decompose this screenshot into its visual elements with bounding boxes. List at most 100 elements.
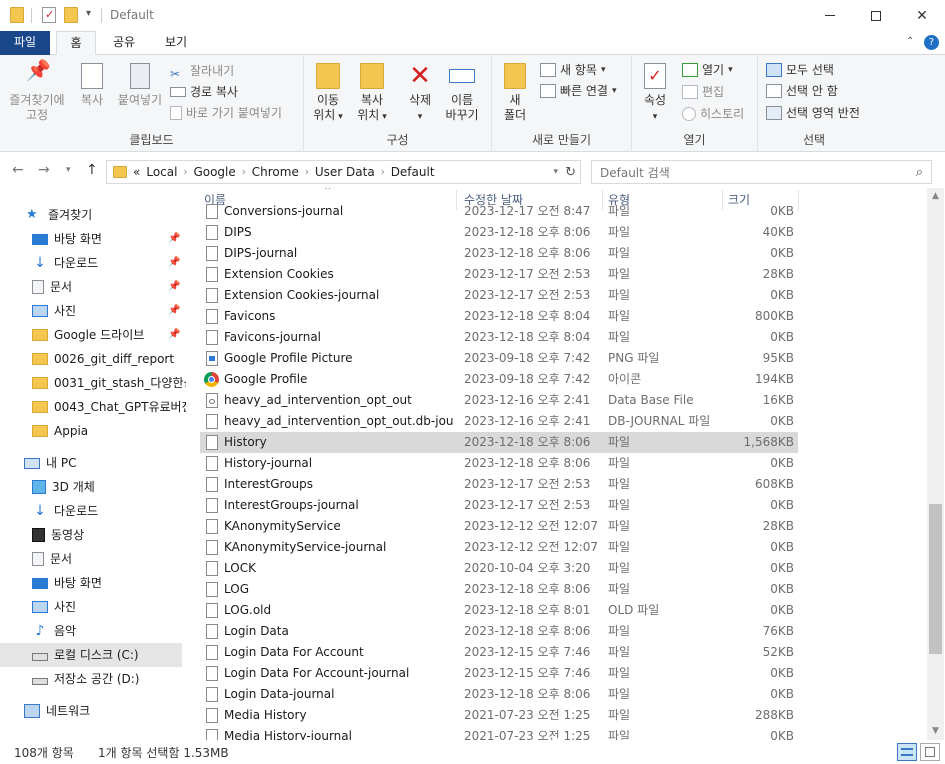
nav-pc-item[interactable]: 바탕 화면	[32, 571, 102, 595]
quick-access-dropdown-icon[interactable]: ▾	[86, 8, 91, 19]
search-input[interactable]: Default 검색 ⌕	[591, 160, 932, 184]
column-divider[interactable]	[798, 190, 799, 210]
select-all-button[interactable]: 모두 선택	[766, 60, 834, 80]
table-row[interactable]: Media History-journal 2021-07-23 오전 1:25 파…	[200, 726, 798, 740]
paste-shortcut-button[interactable]: 바로 가기 붙여넣기	[170, 103, 282, 123]
nav-quick-item[interactable]: Appia	[32, 419, 88, 443]
new-folder-button[interactable]: 새 폴더	[498, 63, 532, 123]
copy-to-button[interactable]: 복사 위치 ▾	[352, 63, 392, 125]
breadcrumb-chrome[interactable]: Chrome	[252, 165, 299, 179]
copy-path-button[interactable]: 경로 복사	[170, 82, 238, 102]
table-row[interactable]: Login Data 2023-12-18 오후 8:06 파일 76KB	[200, 621, 798, 642]
paste-button[interactable]: 붙여넣기	[114, 63, 166, 108]
nav-pc-item[interactable]: 로컬 디스크 (C:)	[0, 643, 182, 667]
breadcrumb-local[interactable]: Local	[146, 165, 177, 179]
table-row[interactable]: DIPS-journal 2023-12-18 오후 8:06 파일 0KB	[200, 243, 798, 264]
table-row[interactable]: Login Data-journal 2023-12-18 오후 8:06 파일 0K…	[200, 684, 798, 705]
table-row[interactable]: Extension Cookies-journal 2023-12-17 오전 2…	[200, 285, 798, 306]
table-row[interactable]: Login Data For Account-journal 2023-12-15…	[200, 663, 798, 684]
refresh-icon[interactable]: ↻	[565, 165, 576, 180]
help-icon[interactable]: ?	[924, 35, 939, 50]
nav-quick-item[interactable]: ↓ 다운로드	[32, 251, 98, 275]
vertical-scrollbar[interactable]: ▲ ▼	[927, 188, 944, 740]
pin-icon[interactable]: 📌	[168, 305, 180, 316]
pin-to-quick-access-button[interactable]: 📌 즐겨찾기에 고정	[4, 60, 70, 123]
easy-access-button[interactable]: 빠른 연결 ▾	[540, 81, 617, 101]
nav-quick-item[interactable]: 0031_git_stash_다양한상	[32, 371, 195, 395]
breadcrumb-chevron-icon[interactable]: ›	[242, 167, 246, 178]
table-row[interactable]: heavy_ad_intervention_opt_out.db-journal…	[200, 411, 798, 432]
table-row[interactable]: Google Profile 2023-09-18 오후 7:42 아이콘 194KB	[200, 369, 798, 390]
back-arrow-icon[interactable]: ←	[12, 162, 24, 178]
table-row[interactable]: Favicons 2023-12-18 오후 8:04 파일 800KB	[200, 306, 798, 327]
scrollbar-thumb[interactable]	[929, 504, 942, 654]
select-none-button[interactable]: 선택 안 함	[766, 81, 838, 101]
pin-icon[interactable]: 📌	[168, 233, 180, 244]
history-button[interactable]: 히스토리	[682, 104, 744, 124]
table-row[interactable]: KAnonymityService-journal 2023-12-12 오전 1…	[200, 537, 798, 558]
table-row[interactable]: InterestGroups 2023-12-17 오전 2:53 파일 608KB	[200, 474, 798, 495]
collapse-ribbon-icon[interactable]: ⌃	[906, 36, 914, 47]
address-dropdown-icon[interactable]: ▾	[553, 167, 558, 177]
open-button[interactable]: 열기 ▾	[682, 60, 733, 80]
tab-share[interactable]: 공유	[104, 31, 144, 55]
close-button[interactable]: ✕	[899, 0, 945, 31]
table-row[interactable]: History 2023-12-18 오후 8:06 파일 1,568KB	[200, 432, 798, 453]
address-bar[interactable]: « Local › Google › Chrome › User Data › …	[106, 160, 581, 184]
table-row[interactable]: Login Data For Account 2023-12-15 오후 7:46…	[200, 642, 798, 663]
breadcrumb-chevron-icon[interactable]: ›	[381, 167, 385, 178]
delete-button[interactable]: ✕ 삭제 ▾	[400, 63, 440, 125]
nav-pc-item[interactable]: 3D 개체	[32, 475, 95, 499]
scroll-down-icon[interactable]: ▼	[927, 723, 944, 740]
tab-file[interactable]: 파일	[0, 31, 50, 55]
nav-pc-item[interactable]: ♪ 음악	[32, 619, 77, 643]
nav-pc-item[interactable]: 동영상	[32, 523, 84, 547]
table-row[interactable]: heavy_ad_intervention_opt_out 2023-12-16 …	[200, 390, 798, 411]
new-folder-quick-icon[interactable]	[64, 7, 78, 23]
forward-arrow-icon[interactable]: →	[38, 162, 50, 178]
properties-quick-icon[interactable]: ✓	[42, 7, 56, 23]
up-arrow-icon[interactable]: ↑	[86, 162, 98, 178]
move-to-button[interactable]: 이동 위치 ▾	[308, 63, 348, 125]
nav-pc-item[interactable]: 문서	[32, 547, 72, 571]
breadcrumb-user-data[interactable]: User Data	[315, 165, 375, 179]
minimize-button[interactable]	[807, 0, 853, 31]
nav-pc-item[interactable]: ↓ 다운로드	[32, 499, 98, 523]
large-icons-view-button[interactable]	[920, 743, 940, 761]
recent-locations-icon[interactable]: ▾	[66, 165, 71, 175]
nav-quick-item[interactable]: 사진	[32, 299, 76, 323]
nav-quick-access[interactable]: ★ 즐겨찾기	[26, 203, 92, 227]
nav-quick-item[interactable]: 0026_git_diff_report	[32, 347, 174, 371]
breadcrumb-chevron-icon[interactable]: ›	[183, 167, 187, 178]
tab-view[interactable]: 보기	[156, 31, 196, 55]
cut-button[interactable]: ✂ 잘라내기	[170, 61, 234, 81]
breadcrumb-default[interactable]: Default	[391, 165, 435, 179]
table-row[interactable]: Google Profile Picture 2023-09-18 오후 7:42…	[200, 348, 798, 369]
nav-this-pc[interactable]: 내 PC	[24, 451, 76, 475]
maximize-button[interactable]	[853, 0, 899, 31]
details-view-button[interactable]	[897, 743, 917, 761]
table-row[interactable]: InterestGroups-journal 2023-12-17 오전 2:53…	[200, 495, 798, 516]
edit-button[interactable]: 편집	[682, 82, 724, 102]
table-row[interactable]: LOG.old 2023-12-18 오후 8:01 OLD 파일 0KB	[200, 600, 798, 621]
table-row[interactable]: DIPS 2023-12-18 오후 8:06 파일 40KB	[200, 222, 798, 243]
table-row[interactable]: Favicons-journal 2023-12-18 오후 8:04 파일 0KB	[200, 327, 798, 348]
breadcrumb-chevron-icon[interactable]: ›	[305, 167, 309, 178]
table-row[interactable]: LOCK 2020-10-04 오후 3:20 파일 0KB	[200, 558, 798, 579]
nav-network[interactable]: 네트워크	[24, 699, 90, 723]
table-row[interactable]: KAnonymityService 2023-12-12 오전 12:07 파일 28…	[200, 516, 798, 537]
pin-icon[interactable]: 📌	[168, 257, 180, 268]
table-row[interactable]: Media History 2021-07-23 오전 1:25 파일 288KB	[200, 705, 798, 726]
table-row[interactable]: Extension Cookies 2023-12-17 오전 2:53 파일 28K…	[200, 264, 798, 285]
new-item-button[interactable]: 새 항목 ▾	[540, 60, 605, 80]
nav-pc-item[interactable]: 저장소 공간 (D:)	[32, 667, 139, 691]
breadcrumb-overflow[interactable]: «	[133, 165, 140, 179]
table-row[interactable]: History-journal 2023-12-18 오후 8:06 파일 0KB	[200, 453, 798, 474]
breadcrumb-google[interactable]: Google	[193, 165, 235, 179]
scroll-up-icon[interactable]: ▲	[927, 188, 944, 205]
nav-quick-item[interactable]: 문서	[32, 275, 72, 299]
table-row[interactable]: Conversions-journal 2023-12-17 오전 8:47 파일 0…	[200, 201, 798, 222]
rename-button[interactable]: 이름 바꾸기	[442, 63, 482, 123]
table-row[interactable]: LOG 2023-12-18 오후 8:06 파일 0KB	[200, 579, 798, 600]
nav-quick-item[interactable]: Google 드라이브	[32, 323, 144, 347]
